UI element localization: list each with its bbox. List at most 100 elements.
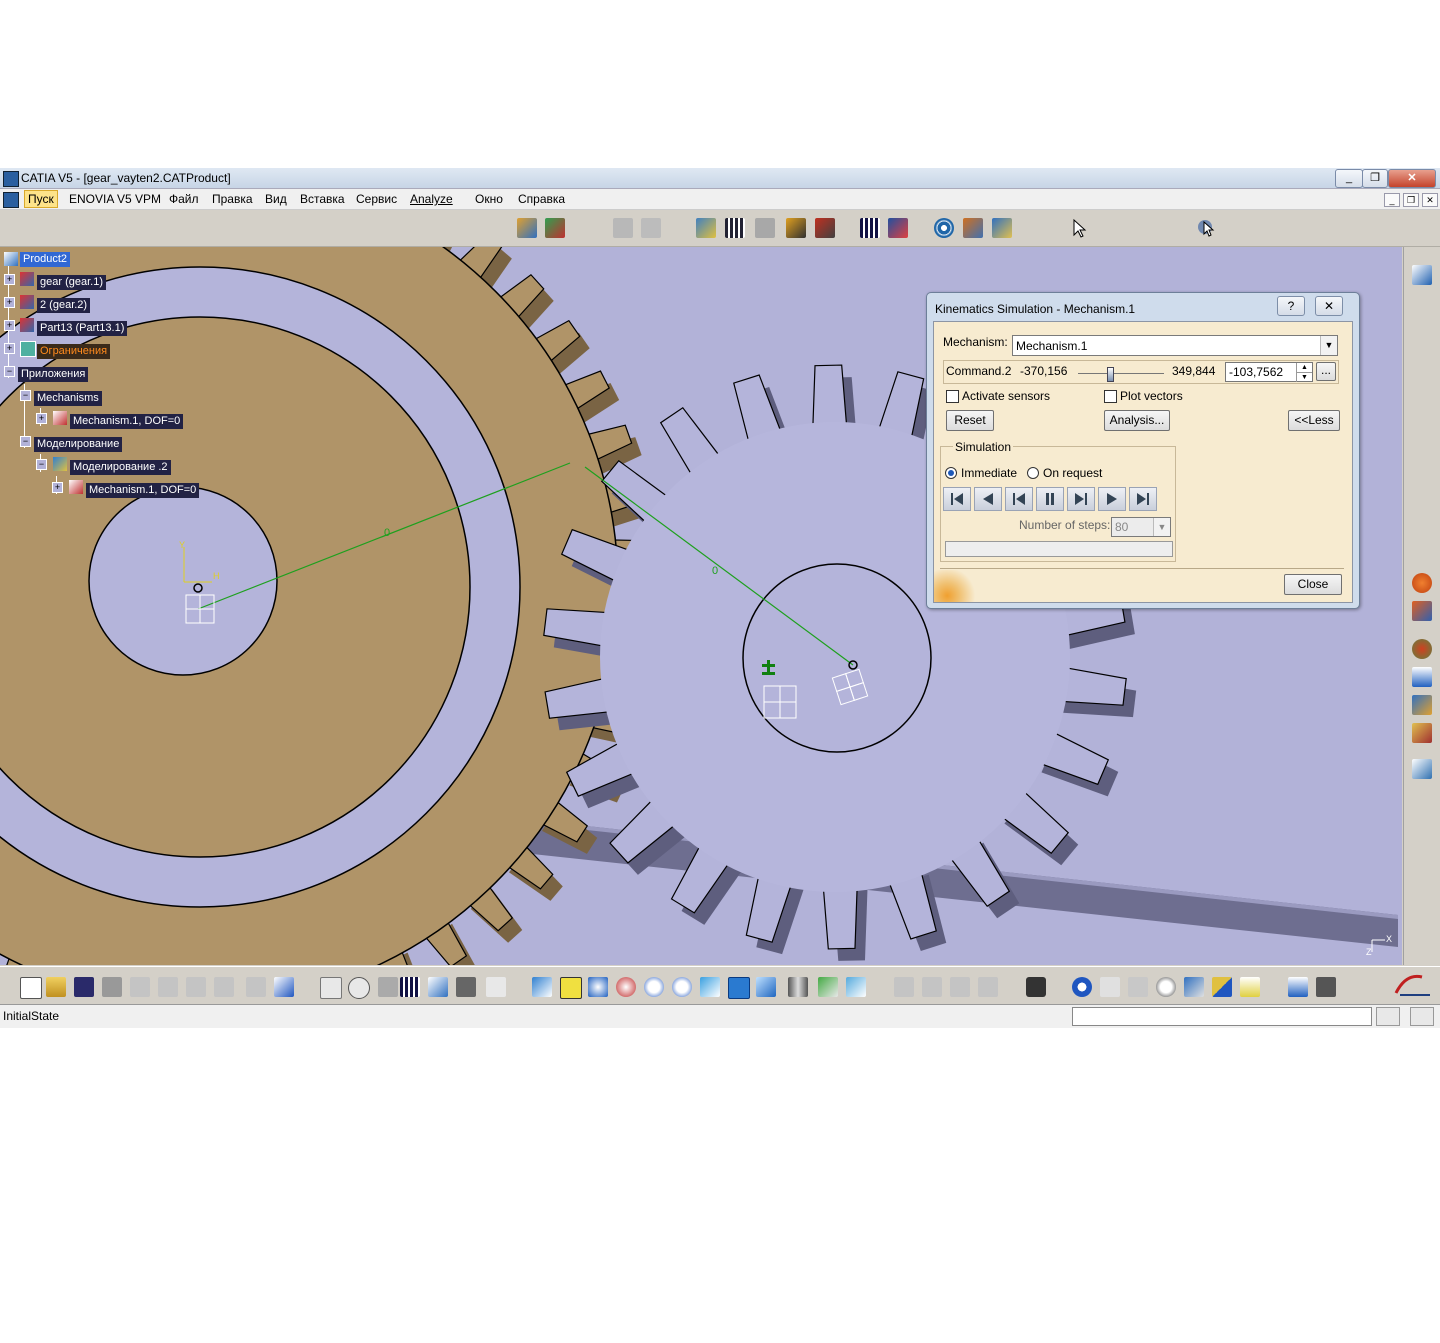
swap-space-icon[interactable] bbox=[846, 977, 866, 997]
refresh-icon[interactable] bbox=[934, 218, 954, 238]
section-icon[interactable] bbox=[1212, 977, 1232, 997]
gear-joint-icon[interactable] bbox=[1412, 601, 1432, 621]
select-cursor-icon[interactable] bbox=[1070, 218, 1090, 238]
menu-insert[interactable]: Вставка bbox=[300, 192, 345, 206]
play-backward-button[interactable] bbox=[974, 487, 1002, 511]
collapse-box[interactable]: − bbox=[4, 366, 15, 377]
swept-volume-icon[interactable] bbox=[888, 218, 908, 238]
document-icon[interactable] bbox=[3, 192, 19, 208]
menu-enovia[interactable]: ENOVIA V5 VPM bbox=[69, 192, 161, 206]
fit-all-icon[interactable] bbox=[560, 977, 582, 999]
speed-analysis-icon[interactable] bbox=[755, 218, 775, 238]
assembly-constraints-icon[interactable] bbox=[1412, 639, 1432, 659]
collapse-box[interactable]: − bbox=[20, 390, 31, 401]
update-positions-icon[interactable] bbox=[1412, 759, 1432, 779]
mechanism-icon[interactable] bbox=[69, 480, 83, 494]
collapse-box[interactable]: − bbox=[36, 459, 47, 470]
lock-icon[interactable] bbox=[456, 977, 476, 997]
play-forward-button[interactable] bbox=[1098, 487, 1126, 511]
graph-icon[interactable] bbox=[428, 977, 448, 997]
normal-view-icon[interactable] bbox=[700, 977, 720, 997]
step-forward-button[interactable] bbox=[1067, 487, 1095, 511]
compile-simulation-icon[interactable] bbox=[725, 218, 745, 238]
search-icon[interactable] bbox=[1156, 977, 1176, 997]
tree-node-modeling2[interactable]: Моделирование .2 bbox=[70, 460, 171, 475]
jump-to-end-button[interactable] bbox=[1129, 487, 1157, 511]
macro-icon[interactable] bbox=[486, 977, 506, 997]
menu-start[interactable]: Пуск bbox=[24, 190, 58, 208]
spin-down-icon[interactable]: ▼ bbox=[1296, 372, 1312, 382]
command-value-field[interactable]: -103,7562 ▲ ▼ bbox=[1225, 362, 1313, 382]
menu-view[interactable]: Вид bbox=[265, 192, 287, 206]
tree-node-mechanism1-sim[interactable]: Mechanism.1, DOF=0 bbox=[86, 483, 200, 498]
analysis-button[interactable]: Analysis... bbox=[1104, 410, 1170, 431]
expand-box[interactable]: + bbox=[4, 343, 15, 354]
menu-file[interactable]: Файл bbox=[169, 192, 199, 206]
tree-node-constraints[interactable]: Ограничения bbox=[37, 344, 111, 359]
command-slider-thumb[interactable] bbox=[1106, 367, 1114, 382]
menu-analyze[interactable]: Analyze bbox=[410, 192, 453, 206]
sensor-icon[interactable] bbox=[992, 218, 1012, 238]
mechanism-analysis-icon[interactable] bbox=[1412, 695, 1432, 715]
clash-icon[interactable] bbox=[786, 218, 806, 238]
collapse-box[interactable]: − bbox=[20, 436, 31, 447]
fixed-part-anchor-icon[interactable] bbox=[1412, 667, 1432, 687]
pan-icon[interactable] bbox=[588, 977, 608, 997]
chevron-down-icon[interactable]: ▼ bbox=[1320, 336, 1337, 355]
print-icon[interactable] bbox=[102, 977, 122, 997]
kinematics-icon[interactable] bbox=[517, 218, 537, 238]
mechanism-select[interactable]: Mechanism.1 ▼ bbox=[1012, 335, 1338, 356]
rotate-icon[interactable] bbox=[616, 977, 636, 997]
trace-icon[interactable] bbox=[860, 218, 880, 238]
tools-icon[interactable] bbox=[815, 218, 835, 238]
tree-node-modeling[interactable]: Моделирование bbox=[34, 437, 123, 452]
maximize-button[interactable]: ❐ bbox=[1362, 169, 1388, 188]
expand-box[interactable]: + bbox=[36, 413, 47, 424]
part-icon[interactable] bbox=[20, 318, 34, 332]
product-icon[interactable] bbox=[4, 252, 18, 266]
measure-icon[interactable] bbox=[1184, 977, 1204, 997]
revolute-joint-icon[interactable] bbox=[1412, 573, 1432, 593]
zoom-out-icon[interactable] bbox=[672, 977, 692, 997]
iso-view-icon[interactable] bbox=[756, 977, 776, 997]
plot-vectors-checkbox[interactable] bbox=[1104, 390, 1117, 403]
expand-box[interactable]: + bbox=[4, 274, 15, 285]
fly-mode-icon[interactable] bbox=[532, 977, 552, 997]
menu-help[interactable]: Справка bbox=[518, 192, 565, 206]
status-power-icon[interactable] bbox=[1410, 1007, 1434, 1026]
step-backward-button[interactable] bbox=[1005, 487, 1033, 511]
catalog-icon[interactable] bbox=[963, 218, 983, 238]
menu-tools[interactable]: Сервис bbox=[356, 192, 397, 206]
camera-icon[interactable] bbox=[1026, 977, 1046, 997]
pause-button[interactable] bbox=[1036, 487, 1064, 511]
fixed-part-icon[interactable] bbox=[545, 218, 565, 238]
law-icon[interactable] bbox=[1412, 723, 1432, 743]
save-icon[interactable] bbox=[74, 977, 94, 997]
simulation-with-commands-icon[interactable] bbox=[696, 218, 716, 238]
new-document-icon[interactable] bbox=[20, 977, 42, 999]
table-icon[interactable] bbox=[400, 977, 420, 997]
constraints-icon[interactable] bbox=[20, 341, 36, 357]
rewind-icon[interactable] bbox=[1100, 977, 1120, 997]
doc-minimize-button[interactable]: _ bbox=[1384, 193, 1400, 207]
tree-node-gear1[interactable]: gear (gear.1) bbox=[37, 275, 106, 290]
part-icon[interactable] bbox=[20, 272, 34, 286]
reset-button[interactable]: Reset bbox=[946, 410, 994, 431]
command-options-button[interactable]: ... bbox=[1316, 362, 1336, 381]
whats-this-help-icon[interactable] bbox=[274, 977, 294, 997]
close-window-button[interactable]: ✕ bbox=[1388, 169, 1436, 188]
activate-sensors-checkbox[interactable] bbox=[946, 390, 959, 403]
expand-box[interactable]: + bbox=[4, 297, 15, 308]
target-icon[interactable] bbox=[1072, 977, 1092, 997]
menu-edit[interactable]: Правка bbox=[212, 192, 253, 206]
mechanism-icon[interactable] bbox=[53, 411, 67, 425]
command-slider-track[interactable] bbox=[1078, 373, 1164, 374]
on-request-radio[interactable] bbox=[1027, 467, 1039, 479]
other-selection-icon[interactable] bbox=[1196, 218, 1216, 238]
command-input[interactable] bbox=[1072, 1007, 1372, 1026]
doc-close-button[interactable]: ✕ bbox=[1422, 193, 1438, 207]
close-button[interactable]: Close bbox=[1284, 574, 1342, 595]
simulation-icon[interactable] bbox=[53, 457, 67, 471]
spin-up-icon[interactable]: ▲ bbox=[1296, 363, 1312, 372]
formula-icon[interactable] bbox=[320, 977, 342, 999]
